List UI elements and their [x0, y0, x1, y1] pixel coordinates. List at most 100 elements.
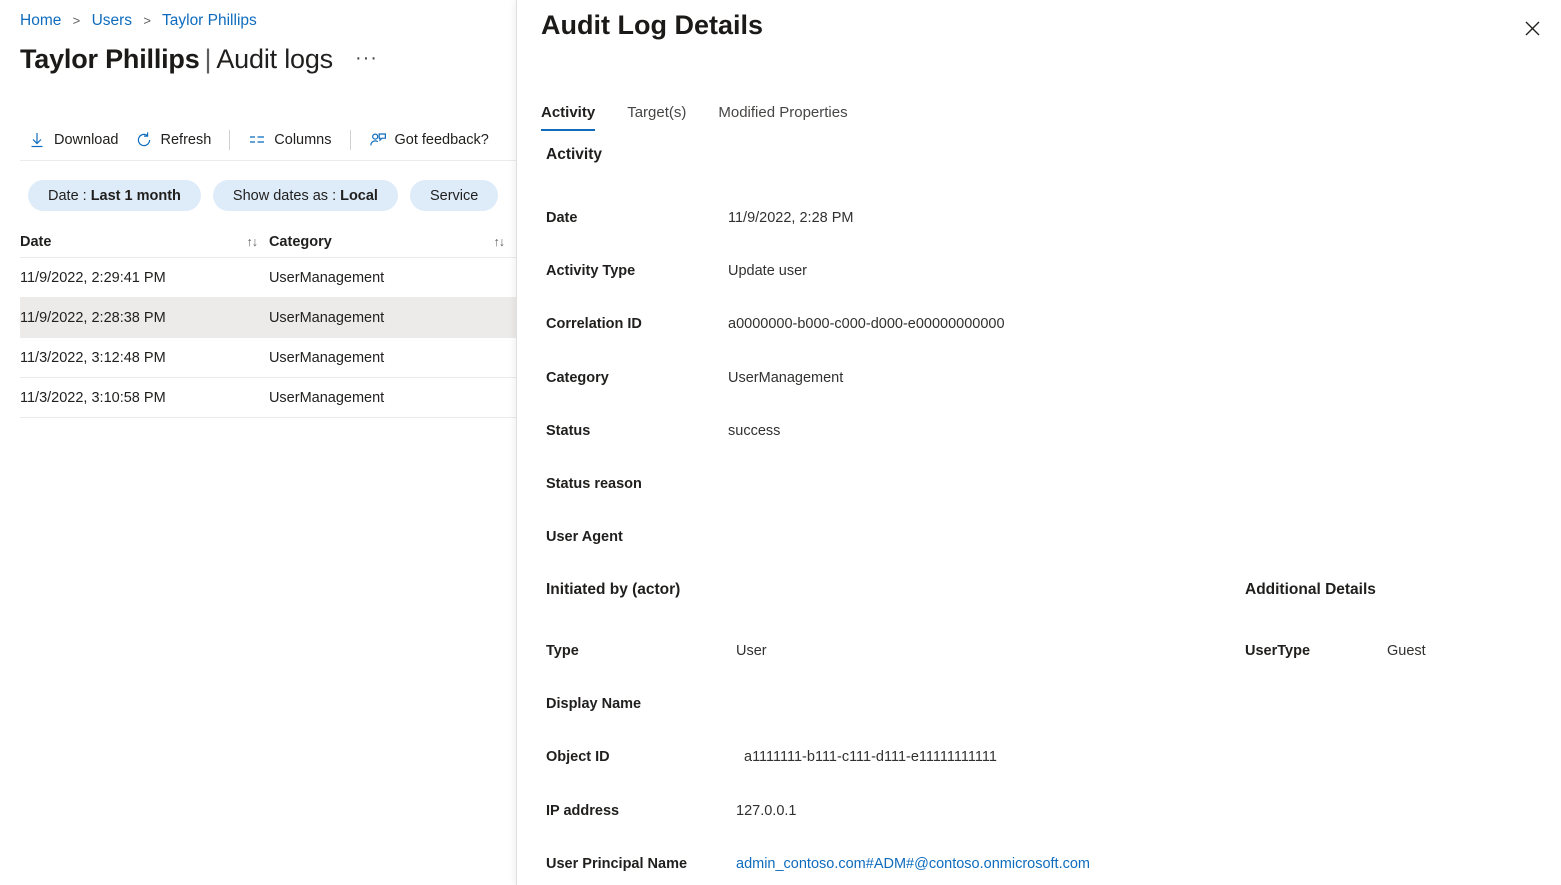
- field-actor-ip-address-value: 127.0.0.1: [736, 801, 796, 821]
- page-title-user: Taylor Phillips: [20, 44, 200, 74]
- table-header-row: Date ↑↓ Category ↑↓: [20, 226, 516, 258]
- field-status-label: Status: [546, 421, 728, 441]
- field-correlation-id: Correlation ID a0000000-b000-c000-d000-e…: [546, 314, 1005, 334]
- breadcrumb-separator-icon: >: [73, 13, 81, 28]
- filter-pill-date[interactable]: Date :Last 1 month: [28, 180, 201, 211]
- filter-pill-show-dates-value: Local: [340, 188, 378, 204]
- download-label: Download: [54, 132, 119, 148]
- breadcrumb: Home > Users > Taylor Phillips: [20, 12, 257, 30]
- breadcrumb-item-users[interactable]: Users: [92, 12, 132, 29]
- page-title: Taylor Phillips|Audit logs: [20, 44, 333, 75]
- filter-pill-service[interactable]: Service: [410, 180, 498, 211]
- field-status-value: success: [728, 421, 780, 441]
- field-actor-object-id-label: Object ID: [546, 747, 744, 767]
- field-actor-upn-label: User Principal Name: [546, 854, 736, 874]
- field-activity-type-value: Update user: [728, 261, 807, 281]
- cell-category: UserManagement: [269, 390, 516, 406]
- download-icon: [28, 131, 46, 149]
- cell-category: UserManagement: [269, 350, 516, 366]
- page-title-section: Audit logs: [216, 44, 333, 74]
- filter-pill-date-value: Last 1 month: [91, 188, 181, 204]
- sort-arrows-icon[interactable]: ↑↓: [494, 235, 505, 249]
- cell-date: 11/9/2022, 2:29:41 PM: [20, 270, 269, 286]
- field-status: Status success: [546, 421, 780, 441]
- cell-category: UserManagement: [269, 270, 516, 286]
- audit-logs-page: Home > Users > Taylor Phillips Taylor Ph…: [0, 0, 516, 885]
- field-status-reason-label: Status reason: [546, 474, 728, 494]
- field-date-label: Date: [546, 208, 728, 228]
- columns-label: Columns: [274, 132, 331, 148]
- field-date: Date 11/9/2022, 2:28 PM: [546, 208, 854, 228]
- download-button[interactable]: Download: [20, 127, 127, 153]
- column-header-category[interactable]: Category ↑↓: [269, 234, 516, 250]
- columns-button[interactable]: Columns: [240, 127, 339, 153]
- filter-pill-service-label: Service: [430, 188, 478, 204]
- field-status-reason: Status reason: [546, 474, 728, 494]
- section-heading-activity: Activity: [546, 146, 602, 164]
- field-usertype-label: UserType: [1245, 641, 1387, 661]
- table-row[interactable]: 11/9/2022, 2:29:41 PM UserManagement: [20, 258, 516, 298]
- close-button[interactable]: [1515, 14, 1549, 48]
- field-actor-type-label: Type: [546, 641, 736, 661]
- toolbar-divider-line: [20, 160, 516, 161]
- table-row[interactable]: 11/3/2022, 3:10:58 PM UserManagement: [20, 378, 516, 418]
- filter-pill-bar: Date :Last 1 month Show dates as :Local …: [28, 180, 498, 211]
- field-actor-upn-value[interactable]: admin_contoso.com#ADM#@contoso.onmicroso…: [736, 854, 1090, 874]
- audit-logs-table: Date ↑↓ Category ↑↓ 11/9/2022, 2:29:41 P…: [20, 226, 516, 418]
- cell-category: UserManagement: [269, 310, 516, 326]
- field-actor-display-name-label: Display Name: [546, 694, 736, 714]
- table-row[interactable]: 11/9/2022, 2:28:38 PM UserManagement: [20, 298, 516, 338]
- field-activity-type: Activity Type Update user: [546, 261, 807, 281]
- field-usertype: UserType Guest: [1245, 641, 1426, 661]
- breadcrumb-item-home[interactable]: Home: [20, 12, 61, 29]
- field-actor-type-value: User: [736, 641, 767, 661]
- breadcrumb-separator-icon: >: [143, 13, 151, 28]
- column-header-date[interactable]: Date ↑↓: [20, 234, 269, 250]
- columns-icon: [248, 131, 266, 149]
- field-user-agent: User Agent: [546, 527, 728, 547]
- cell-date: 11/3/2022, 3:12:48 PM: [20, 350, 269, 366]
- field-correlation-id-value: a0000000-b000-c000-d000-e00000000000: [728, 314, 1005, 334]
- section-heading-additional-details: Additional Details: [1245, 581, 1376, 599]
- refresh-button[interactable]: Refresh: [127, 127, 220, 153]
- tab-modified-properties[interactable]: Modified Properties: [702, 100, 863, 131]
- tab-targets[interactable]: Target(s): [611, 100, 702, 131]
- field-actor-ip-address-label: IP address: [546, 801, 736, 821]
- filter-pill-show-dates-label: Show dates as :: [233, 188, 336, 204]
- field-date-value: 11/9/2022, 2:28 PM: [728, 208, 854, 228]
- feedback-person-icon: [369, 131, 387, 149]
- column-header-date-label: Date: [20, 234, 51, 250]
- cell-date: 11/3/2022, 3:10:58 PM: [20, 390, 269, 406]
- panel-title: Audit Log Details: [541, 10, 763, 41]
- column-header-category-label: Category: [269, 234, 332, 250]
- toolbar-divider: [229, 130, 230, 150]
- field-actor-type: Type User: [546, 641, 767, 661]
- got-feedback-label: Got feedback?: [395, 132, 489, 148]
- tab-activity[interactable]: Activity: [541, 100, 611, 131]
- panel-tab-bar: Activity Target(s) Modified Properties: [541, 100, 864, 131]
- more-options-button[interactable]: ···: [355, 47, 378, 70]
- field-actor-ip-address: IP address 127.0.0.1: [546, 801, 796, 821]
- page-title-separator: |: [205, 44, 212, 74]
- field-category: Category UserManagement: [546, 368, 843, 388]
- field-category-label: Category: [546, 368, 728, 388]
- field-actor-display-name: Display Name: [546, 694, 736, 714]
- close-icon: [1524, 20, 1541, 42]
- field-user-agent-label: User Agent: [546, 527, 728, 547]
- field-usertype-value: Guest: [1387, 641, 1426, 661]
- field-correlation-id-label: Correlation ID: [546, 314, 728, 334]
- field-actor-object-id-value: a1111111-b111-c111-d111-e11111111111: [744, 747, 997, 767]
- got-feedback-button[interactable]: Got feedback?: [361, 127, 497, 153]
- filter-pill-show-dates-as[interactable]: Show dates as :Local: [213, 180, 398, 211]
- refresh-icon: [135, 131, 153, 149]
- field-actor-object-id: Object ID a1111111-b111-c111-d111-e11111…: [546, 747, 997, 767]
- table-row[interactable]: 11/3/2022, 3:12:48 PM UserManagement: [20, 338, 516, 378]
- breadcrumb-item-taylor-phillips[interactable]: Taylor Phillips: [162, 12, 257, 29]
- refresh-label: Refresh: [161, 132, 212, 148]
- field-actor-user-principal-name: User Principal Name admin_contoso.com#AD…: [546, 854, 1090, 874]
- filter-pill-date-label: Date :: [48, 188, 87, 204]
- sort-arrows-icon[interactable]: ↑↓: [246, 235, 257, 249]
- field-category-value: UserManagement: [728, 368, 843, 388]
- toolbar-divider: [350, 130, 351, 150]
- field-activity-type-label: Activity Type: [546, 261, 728, 281]
